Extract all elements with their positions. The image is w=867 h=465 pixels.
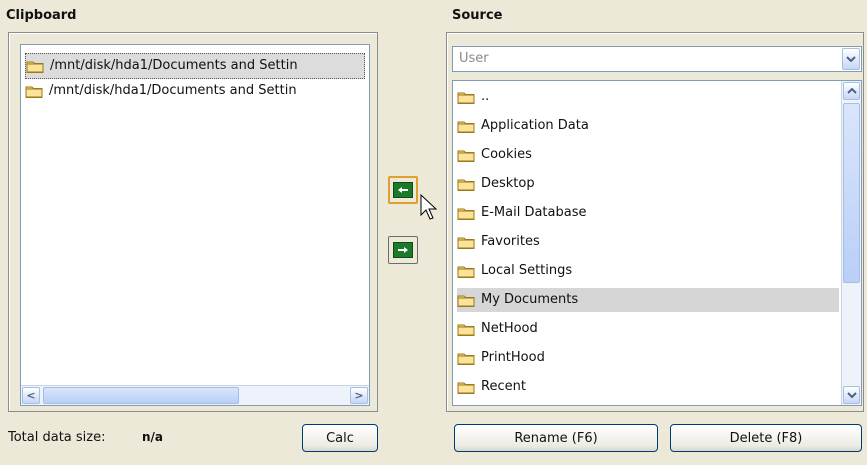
source-list-item-label: Favorites [481, 234, 540, 249]
source-list-item-label: E-Mail Database [481, 205, 587, 220]
source-drive-select[interactable]: User [452, 46, 862, 72]
source-list-item[interactable]: Desktop [457, 172, 839, 196]
source-heading: Source [452, 8, 503, 23]
source-list-item-label: Cookies [481, 147, 532, 162]
folder-icon [457, 235, 475, 249]
source-list-item[interactable]: Application Data [457, 114, 839, 138]
folder-icon [25, 84, 43, 98]
folder-icon [457, 119, 475, 133]
source-list-item[interactable]: My Documents [457, 288, 839, 312]
source-select-value: User [459, 51, 489, 66]
scroll-right-icon[interactable]: > [350, 387, 368, 404]
source-list-item-label: NetHood [481, 321, 538, 336]
scroll-down-icon[interactable] [843, 386, 860, 404]
scroll-thumb[interactable] [843, 103, 860, 283]
folder-icon [457, 206, 475, 220]
source-list-item-label: Application Data [481, 118, 589, 133]
copy-to-clipboard-button[interactable] [388, 176, 418, 204]
source-list-item[interactable]: Local Settings [457, 259, 839, 283]
clipboard-list[interactable]: /mnt/disk/hda1/Documents and Settin /mnt… [20, 44, 370, 406]
arrow-left-icon [393, 182, 413, 198]
clipboard-heading: Clipboard [6, 8, 77, 23]
source-list-item-label: PrintHood [481, 350, 545, 365]
folder-icon [26, 59, 44, 73]
source-list-item[interactable]: Cookies [457, 143, 839, 167]
source-list-item-label: Recent [481, 379, 526, 394]
rename-button[interactable]: Rename (F6) [454, 424, 658, 452]
source-vertical-scrollbar[interactable] [841, 81, 861, 405]
folder-icon [457, 264, 475, 278]
source-list-item[interactable]: .. [457, 85, 839, 109]
source-list-item-label: .. [481, 89, 490, 104]
remove-from-clipboard-button[interactable] [388, 236, 418, 264]
folder-icon [457, 90, 475, 104]
clipboard-item[interactable]: /mnt/disk/hda1/Documents and Settin [25, 79, 297, 103]
clipboard-item[interactable]: /mnt/disk/hda1/Documents and Settin [25, 53, 365, 79]
source-list-item-label: Local Settings [481, 263, 573, 278]
total-data-size-label: Total data size: [8, 430, 106, 445]
folder-icon [457, 148, 475, 162]
arrow-right-icon [393, 242, 413, 258]
source-list-item[interactable]: Recent [457, 375, 839, 399]
scroll-up-icon[interactable] [843, 82, 860, 100]
folder-icon [457, 380, 475, 394]
folder-icon [457, 177, 475, 191]
source-list-item[interactable]: PrintHood [457, 346, 839, 370]
chevron-down-icon[interactable] [842, 48, 860, 70]
total-data-size-value: n/a [142, 430, 164, 444]
folder-icon [457, 293, 475, 307]
folder-icon [457, 322, 475, 336]
clipboard-item-label: /mnt/disk/hda1/Documents and Settin [49, 83, 297, 98]
scroll-thumb[interactable] [43, 387, 239, 404]
source-list-item-label: Desktop [481, 176, 535, 191]
folder-icon [457, 351, 475, 365]
clipboard-item-label: /mnt/disk/hda1/Documents and Settin [50, 58, 298, 73]
clipboard-horizontal-scrollbar[interactable]: < > [21, 385, 369, 405]
scroll-left-icon[interactable]: < [22, 387, 40, 404]
source-list[interactable]: .. Application Data Cookies Desktop E-Mail D… [452, 80, 862, 406]
source-list-item-label: My Documents [481, 292, 579, 307]
delete-button[interactable]: Delete (F8) [670, 424, 862, 452]
source-list-item[interactable]: Favorites [457, 230, 839, 254]
mouse-cursor-icon [420, 194, 438, 220]
calc-button[interactable]: Calc [302, 424, 378, 452]
source-list-item[interactable]: E-Mail Database [457, 201, 839, 225]
source-list-item[interactable]: NetHood [457, 317, 839, 341]
